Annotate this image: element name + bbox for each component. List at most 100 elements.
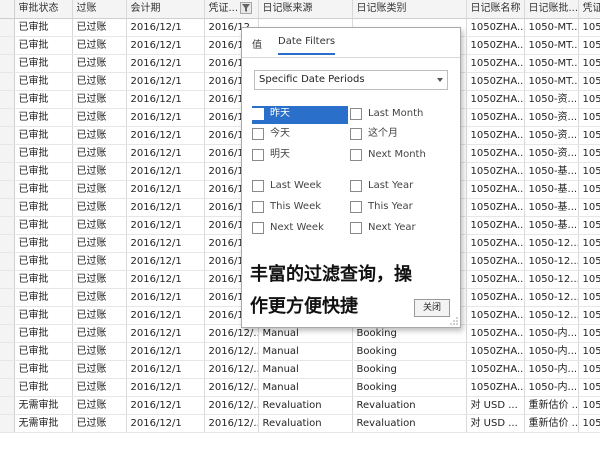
table-cell[interactable]: 已过账 [72,36,127,55]
table-cell[interactable]: 2016/12/1 [126,180,205,199]
table-cell[interactable]: 对 USD ... [466,414,525,433]
table-cell[interactable]: Revaluation [258,414,353,433]
table-cell[interactable]: 1050ZHA... [466,324,525,343]
filter-icon[interactable] [240,2,253,15]
table-cell[interactable]: 2016/12/1 [126,252,205,271]
table-cell[interactable]: 已过账 [72,162,127,181]
table-cell[interactable]: 1050 [578,198,600,217]
table-cell[interactable]: 无需审批 [14,414,73,433]
date-filter-option[interactable]: 这个月 [350,126,446,144]
table-cell[interactable]: Manual [258,342,353,361]
table-cell[interactable]: 1050 [578,54,600,73]
table-cell[interactable]: 2016/12/... [204,342,259,361]
column-header[interactable]: 日记账名称 [466,0,525,19]
column-header[interactable]: 过账 [72,0,127,19]
table-cell[interactable]: 已过账 [72,252,127,271]
date-filter-option[interactable]: This Year [350,199,446,217]
table-cell[interactable]: 1050-内... [524,342,579,361]
table-cell[interactable]: 2016/12/1 [126,54,205,73]
checkbox[interactable] [252,149,264,161]
table-cell[interactable]: Booking [352,360,467,379]
column-header[interactable]: 日记账类别 [352,0,467,19]
table-cell[interactable]: 1050ZHA... [466,378,525,397]
table-cell[interactable]: 已过账 [72,288,127,307]
table-cell[interactable]: 1050 [578,108,600,127]
table-cell[interactable]: 已审批 [14,144,73,163]
checkbox[interactable] [350,180,362,192]
table-cell[interactable]: 已审批 [14,306,73,325]
row-indicator[interactable] [0,216,15,235]
table-cell[interactable]: 1050 [578,252,600,271]
row-indicator[interactable] [0,72,15,91]
row-indicator[interactable] [0,324,15,343]
table-cell[interactable]: 2016/12/1 [126,414,205,433]
tab-values[interactable]: 值 [252,36,262,51]
table-cell[interactable]: 2016/12/1 [126,234,205,253]
table-cell[interactable]: 1050ZHA... [466,252,525,271]
table-cell[interactable]: 2016/12/1 [126,288,205,307]
table-cell[interactable]: Revaluation [352,396,467,415]
table-cell[interactable]: 已审批 [14,342,73,361]
checkbox[interactable] [350,222,362,234]
table-cell[interactable]: 2016/12/1 [126,72,205,91]
checkbox[interactable] [350,149,362,161]
table-cell[interactable]: 1050 [578,90,600,109]
table-cell[interactable]: 1050ZHA... [466,72,525,91]
table-cell[interactable]: 已过账 [72,126,127,145]
table-cell[interactable]: 1050-MT... [524,54,579,73]
table-cell[interactable]: 已审批 [14,360,73,379]
table-cell[interactable]: 已审批 [14,216,73,235]
table-cell[interactable]: 1050 [578,180,600,199]
table-cell[interactable]: Revaluation [258,396,353,415]
table-cell[interactable]: 已过账 [72,234,127,253]
row-indicator[interactable] [0,234,15,253]
table-cell[interactable]: 已过账 [72,270,127,289]
table-cell[interactable]: 已审批 [14,72,73,91]
table-cell[interactable]: 已过账 [72,396,127,415]
table-cell[interactable]: 1050ZHA... [466,36,525,55]
date-filter-option[interactable]: Next Year [350,220,446,238]
close-button[interactable]: 关闭 [414,299,450,317]
table-cell[interactable]: 1050 [578,36,600,55]
date-filter-option[interactable]: Last Year [350,178,446,196]
table-cell[interactable]: 1050ZHA... [466,288,525,307]
row-indicator[interactable] [0,18,15,37]
date-filter-option[interactable]: Next Month [350,147,446,165]
column-header[interactable]: 日记账来源 [258,0,353,19]
table-cell[interactable]: 2016/12/1 [126,342,205,361]
column-header[interactable]: 会计期 [126,0,205,19]
checkbox[interactable] [252,108,264,120]
checkbox[interactable] [350,108,362,120]
table-cell[interactable]: 1050 [578,144,600,163]
table-cell[interactable]: 1050ZHA... [466,180,525,199]
row-indicator[interactable] [0,252,15,271]
table-cell[interactable]: 已审批 [14,324,73,343]
table-cell[interactable]: 1050ZHA... [466,198,525,217]
table-cell[interactable]: 1050-内... [524,324,579,343]
table-cell[interactable]: 2016/12/1 [126,396,205,415]
row-indicator[interactable] [0,306,15,325]
table-cell[interactable]: 1050-基... [524,216,579,235]
table-cell[interactable]: 2016/12/1 [126,198,205,217]
table-cell[interactable]: 2016/12/1 [126,270,205,289]
table-cell[interactable]: 1050-12... [524,234,579,253]
table-cell[interactable]: 1050 [578,18,600,37]
table-cell[interactable]: 已过账 [72,18,127,37]
table-cell[interactable]: 1050 [578,342,600,361]
table-cell[interactable]: 2016/12/1 [126,216,205,235]
checkbox[interactable] [252,180,264,192]
date-filter-option[interactable]: 昨天 [252,106,348,124]
column-header[interactable]: 凭证... [204,0,259,19]
table-cell[interactable]: 1050 [578,126,600,145]
table-cell[interactable]: 1050-资... [524,144,579,163]
table-cell[interactable]: 已过账 [72,72,127,91]
table-cell[interactable]: 已审批 [14,36,73,55]
table-cell[interactable]: 1050-12... [524,288,579,307]
table-cell[interactable]: 1050ZHA... [466,342,525,361]
table-cell[interactable]: 2016/12/1 [126,306,205,325]
table-cell[interactable]: 已过账 [72,378,127,397]
table-cell[interactable]: 1050-MT... [524,18,579,37]
table-cell[interactable]: 2016/12/... [204,396,259,415]
table-cell[interactable]: 已过账 [72,414,127,433]
table-cell[interactable]: 1050ZHA... [466,234,525,253]
